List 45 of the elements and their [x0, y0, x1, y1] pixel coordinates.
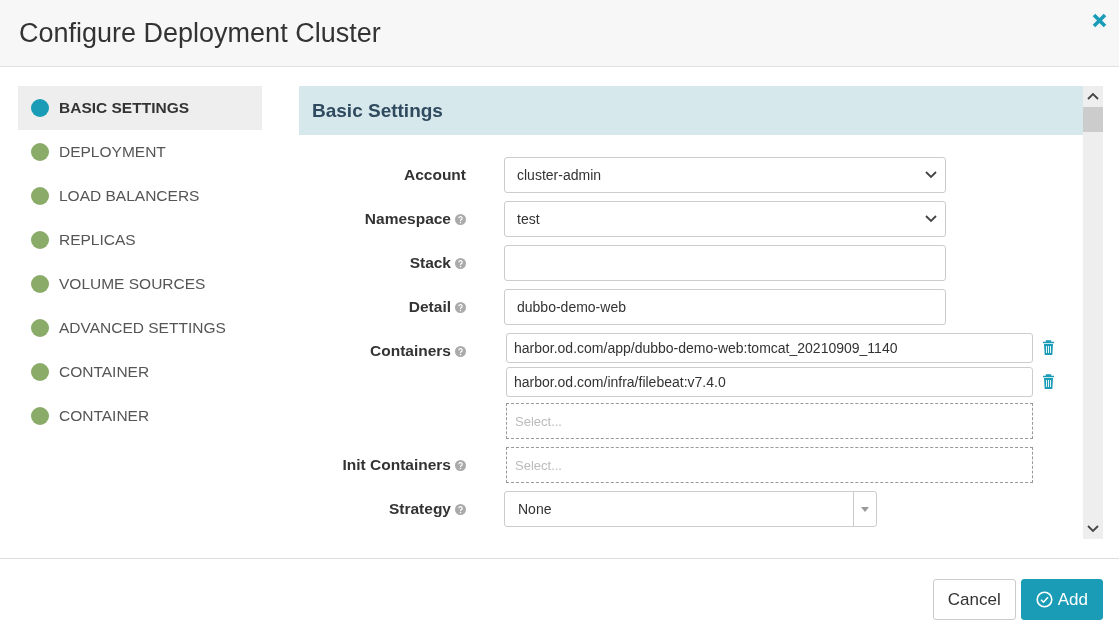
close-button[interactable] — [1092, 12, 1107, 28]
field-label: Detail — [408, 298, 451, 316]
trash-icon[interactable] — [1042, 340, 1055, 356]
input-field[interactable]: dubbo-demo-web — [504, 289, 946, 325]
sidebar-item[interactable]: LOAD BALANCERS — [18, 174, 262, 218]
dropdown[interactable]: cluster-admin — [504, 157, 946, 193]
help-icon[interactable] — [455, 503, 466, 515]
trash-icon[interactable] — [1042, 374, 1055, 390]
field-label: Stack — [409, 254, 451, 272]
chevron-down-icon — [925, 215, 937, 223]
help-icon[interactable] — [455, 459, 466, 471]
input-field[interactable] — [504, 245, 946, 281]
scrollbar[interactable] — [1083, 86, 1103, 539]
scroll-down-icon[interactable] — [1087, 525, 1099, 533]
caret-icon — [861, 506, 869, 512]
container-entry[interactable]: harbor.od.com/infra/filebeat:v7.4.0 — [506, 367, 1033, 397]
field-label: Account — [404, 166, 466, 184]
help-icon[interactable] — [455, 213, 466, 225]
select-field[interactable]: Select... — [506, 403, 1033, 439]
field-label: Init Containers — [342, 456, 451, 474]
section-header: Basic Settings — [299, 86, 1083, 135]
chevron-down-icon — [925, 171, 937, 179]
field-label: Strategy — [388, 500, 451, 518]
sidebar-item[interactable]: BASIC SETTINGS — [18, 86, 262, 130]
scroll-up-icon[interactable] — [1087, 92, 1099, 100]
dropdown[interactable]: None — [504, 491, 877, 527]
sidebar-item[interactable]: ADVANCED SETTINGS — [18, 306, 262, 350]
field-label: Containers — [370, 342, 451, 360]
help-icon[interactable] — [455, 345, 466, 357]
sidebar-item[interactable]: DEPLOYMENT — [18, 130, 262, 174]
check-circle-icon — [1035, 591, 1053, 608]
dropdown[interactable]: test — [504, 201, 946, 237]
field-label: Namespace — [364, 210, 451, 228]
dialog-title: Configure Deployment Cluster — [19, 17, 381, 49]
sidebar-item[interactable]: CONTAINER — [18, 394, 262, 438]
sidebar-item[interactable]: CONTAINER — [18, 350, 262, 394]
container-entry[interactable]: harbor.od.com/app/dubbo-demo-web:tomcat_20210909_1140 — [506, 333, 1033, 363]
cancel-button[interactable]: Cancel — [932, 579, 1016, 620]
sidebar-item[interactable]: REPLICAS — [18, 218, 262, 262]
scrollbar-thumb[interactable] — [1083, 107, 1103, 132]
help-icon[interactable] — [455, 301, 466, 313]
help-icon[interactable] — [455, 257, 466, 269]
select-field[interactable]: Select... — [506, 447, 1033, 483]
sidebar-item[interactable]: VOLUME SOURCES — [18, 262, 262, 306]
close-icon — [1092, 12, 1107, 28]
